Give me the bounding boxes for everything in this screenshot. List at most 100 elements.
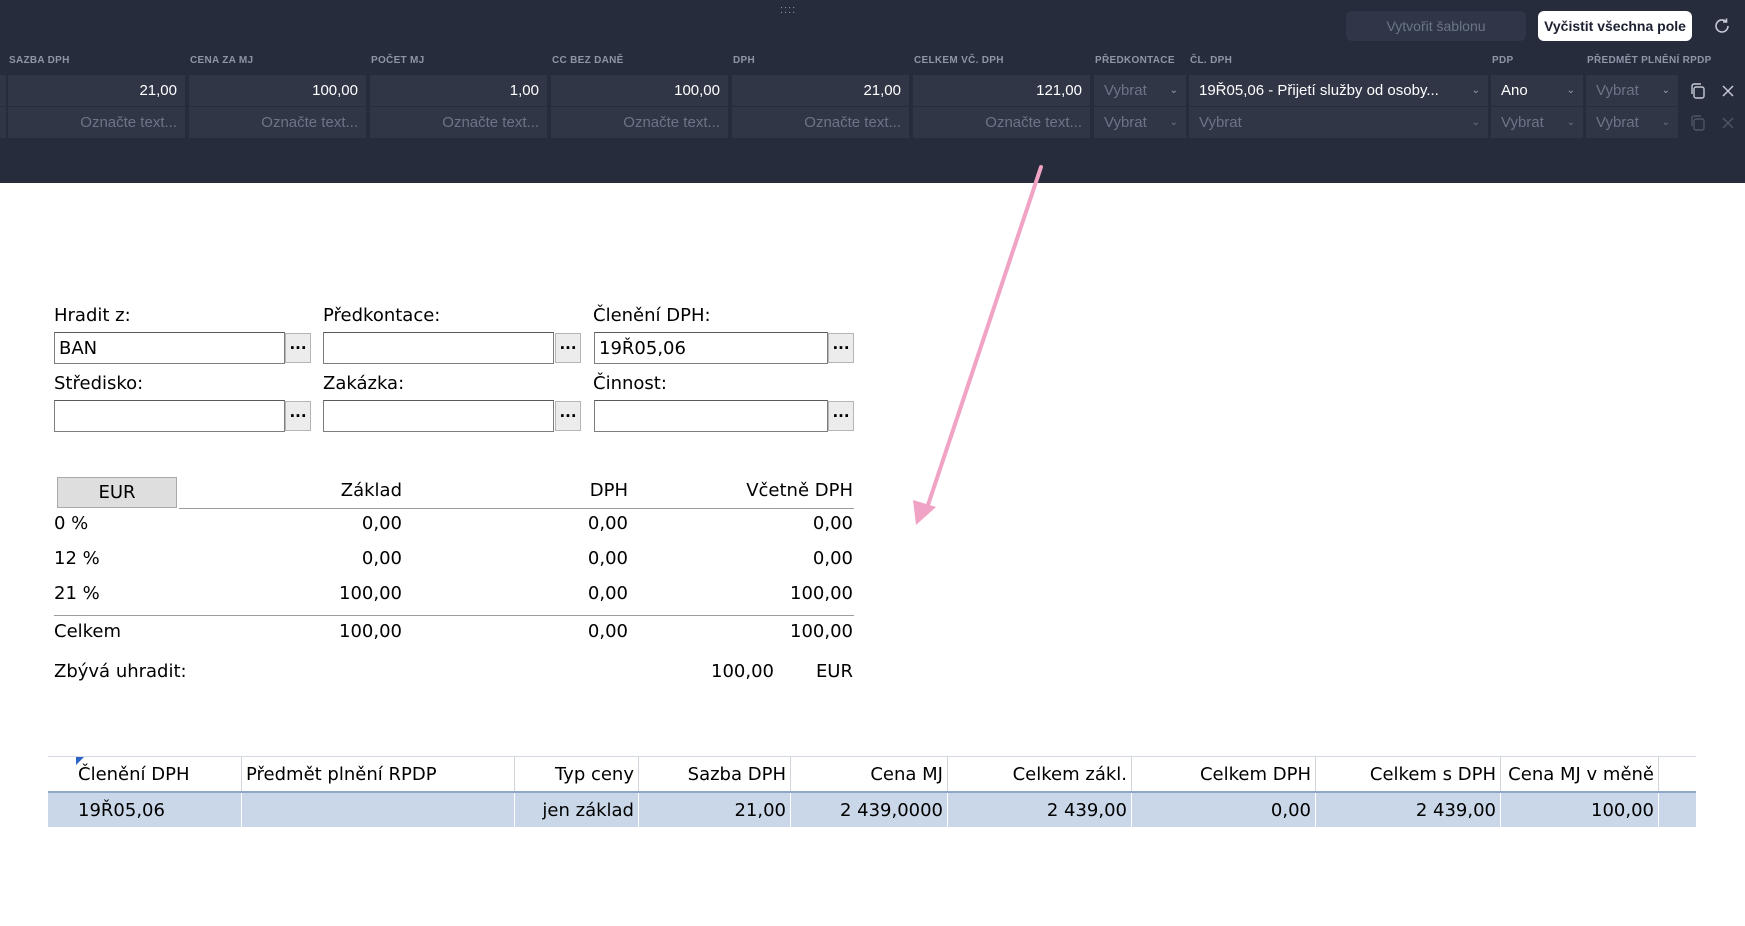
summary-vcetne: 0,00 bbox=[812, 548, 853, 569]
celkem-vc-dph-field[interactable]: Označte text... bbox=[913, 107, 1090, 138]
summary-rate: 0 % bbox=[54, 513, 89, 534]
summary-dph: 0,00 bbox=[587, 513, 628, 534]
summary-zaklad: 0,00 bbox=[361, 548, 402, 569]
grid-col-typ-ceny[interactable]: Typ ceny bbox=[515, 757, 639, 792]
pdp-select[interactable]: Vybrat ⌄ bbox=[1491, 107, 1583, 138]
stredisko-input[interactable] bbox=[54, 400, 285, 432]
cl-dph-select[interactable]: 19Ř05,06 - Přijetí služby od osoby... ⌄ bbox=[1189, 75, 1488, 106]
stredisko-picker-button[interactable]: ··· bbox=[285, 401, 311, 431]
create-template-button[interactable]: Vytvořit šablonu bbox=[1346, 11, 1526, 41]
pdp-select[interactable]: Ano ⌄ bbox=[1491, 75, 1583, 106]
grid-col-celkem-dph[interactable]: Celkem DPH bbox=[1132, 757, 1316, 792]
pdp-select-value: Ano bbox=[1501, 82, 1528, 99]
summary-rate: 21 % bbox=[54, 583, 100, 604]
hradit-label: Hradit z: bbox=[54, 305, 131, 326]
rpdp-select[interactable]: Vybrat ⌄ bbox=[1586, 75, 1678, 106]
pocet-mj-field[interactable]: Označte text... bbox=[370, 107, 547, 138]
currency-toggle-button[interactable]: EUR bbox=[57, 477, 177, 508]
header-dph: DPH bbox=[733, 55, 756, 66]
predkontace-picker-button[interactable]: ··· bbox=[555, 333, 581, 363]
cinnost-label: Činnost: bbox=[593, 373, 667, 394]
grid-col-cena-mj[interactable]: Cena MJ bbox=[791, 757, 948, 792]
predkontace-select[interactable]: Vybrat ⌄ bbox=[1094, 107, 1186, 138]
grid-cell-predmet[interactable] bbox=[242, 793, 515, 827]
rpdp-select-value: Vybrat bbox=[1596, 82, 1639, 99]
celkem-vc-dph-field[interactable]: 121,00 bbox=[913, 75, 1090, 106]
summary-rate: 12 % bbox=[54, 548, 100, 569]
summary-vcetne: 0,00 bbox=[812, 513, 853, 534]
grid-col-sazba[interactable]: Sazba DPH bbox=[639, 757, 791, 792]
grid-col-celkem-s-dph[interactable]: Celkem s DPH bbox=[1316, 757, 1501, 792]
cleneni-input[interactable]: 19Ř05,06 bbox=[594, 332, 828, 364]
field-placeholder: Označte text... bbox=[80, 114, 177, 131]
clear-all-fields-button[interactable]: Vyčistit všechna pole bbox=[1538, 11, 1692, 41]
hradit-input[interactable]: BAN bbox=[54, 332, 285, 364]
summary-zaklad: 100,00 bbox=[339, 583, 402, 604]
grid-col-cleneni[interactable]: Členění DPH bbox=[74, 757, 242, 792]
header-sazba-dph: SAZBA DPH bbox=[9, 55, 70, 66]
grid-cell-celkem-zakl[interactable]: 2 439,00 bbox=[948, 793, 1132, 827]
summary-zaklad: 0,00 bbox=[361, 513, 402, 534]
grid-cell-typ-ceny[interactable]: jen základ bbox=[515, 793, 639, 827]
drag-handle-icon[interactable]: :::: bbox=[780, 4, 796, 16]
close-icon[interactable] bbox=[1716, 75, 1740, 106]
table-row: 21,00 100,00 1,00 100,00 21,00 121,00 Vy… bbox=[0, 75, 1745, 106]
cc-bez-dane-field[interactable]: 100,00 bbox=[551, 75, 728, 106]
zakazka-picker-button[interactable]: ··· bbox=[555, 401, 581, 431]
cl-dph-select[interactable]: Vybrat ⌄ bbox=[1189, 107, 1488, 138]
table-row: Označte text... Označte text... Označte … bbox=[0, 107, 1745, 138]
zakazka-label: Zakázka: bbox=[323, 373, 405, 394]
predkontace-select[interactable]: Vybrat ⌄ bbox=[1094, 75, 1186, 106]
cleneni-picker-button[interactable]: ··· bbox=[828, 333, 854, 363]
cl-dph-select-value: 19Ř05,06 - Přijetí služby od osoby... bbox=[1199, 82, 1439, 99]
sazba-dph-field[interactable]: 21,00 bbox=[8, 75, 185, 106]
grid-col-celkem-zakl[interactable]: Celkem zákl. bbox=[948, 757, 1132, 792]
cinnost-picker-button[interactable]: ··· bbox=[828, 401, 854, 431]
grid-col-cena-mj-v-mene[interactable]: Cena MJ v měně bbox=[1501, 757, 1659, 792]
grid-cell-sazba[interactable]: 21,00 bbox=[639, 793, 791, 827]
pocet-mj-field[interactable]: 1,00 bbox=[370, 75, 547, 106]
sazba-dph-field[interactable]: Označte text... bbox=[8, 107, 185, 138]
close-icon[interactable] bbox=[1716, 107, 1740, 138]
grid-cell-celkem-dph[interactable]: 0,00 bbox=[1132, 793, 1316, 827]
summary-header-divider bbox=[179, 508, 854, 509]
table-row[interactable]: 19Ř05,06 jen základ 21,00 2 439,0000 2 4… bbox=[48, 791, 1696, 827]
cena-za-mj-field[interactable]: 100,00 bbox=[189, 75, 366, 106]
hradit-picker-button[interactable]: ··· bbox=[285, 333, 311, 363]
chevron-down-icon: ⌄ bbox=[1169, 117, 1178, 128]
header-predkontace: PŘEDKONTACE bbox=[1095, 55, 1175, 66]
summary-total-dph: 0,00 bbox=[587, 621, 628, 642]
row-edge bbox=[0, 75, 6, 106]
rpdp-select[interactable]: Vybrat ⌄ bbox=[1586, 107, 1678, 138]
cena-za-mj-field[interactable]: Označte text... bbox=[189, 107, 366, 138]
remaining-currency: EUR bbox=[815, 661, 853, 682]
predkontace-label: Předkontace: bbox=[323, 305, 441, 326]
row-edge bbox=[0, 107, 6, 138]
chevron-down-icon: ⌄ bbox=[1471, 117, 1480, 128]
grid-cell-cena-mj-v-mene[interactable]: 100,00 bbox=[1501, 793, 1659, 827]
refresh-icon[interactable] bbox=[1710, 12, 1734, 40]
grid-cell-cena-mj[interactable]: 2 439,0000 bbox=[791, 793, 948, 827]
pdp-select-value: Vybrat bbox=[1501, 114, 1544, 131]
cinnost-input[interactable] bbox=[594, 400, 828, 432]
field-placeholder: Označte text... bbox=[261, 114, 358, 131]
field-placeholder: Označte text... bbox=[985, 114, 1082, 131]
copy-icon[interactable] bbox=[1686, 75, 1710, 106]
summary-header-zaklad: Základ bbox=[340, 480, 402, 501]
summary-dph: 0,00 bbox=[587, 583, 628, 604]
grid-cell-celkem-s-dph[interactable]: 2 439,00 bbox=[1316, 793, 1501, 827]
zakazka-input[interactable] bbox=[323, 400, 554, 432]
predkontace-select-value: Vybrat bbox=[1104, 114, 1147, 131]
grid-cell-cleneni[interactable]: 19Ř05,06 bbox=[74, 793, 242, 827]
grid-col-predmet[interactable]: Předmět plnění RPDP bbox=[242, 757, 515, 792]
cc-bez-dane-field[interactable]: Označte text... bbox=[551, 107, 728, 138]
copy-icon[interactable] bbox=[1686, 107, 1710, 138]
summary-vcetne: 100,00 bbox=[790, 583, 853, 604]
dph-field[interactable]: 21,00 bbox=[732, 75, 909, 106]
predkontace-input[interactable] bbox=[323, 332, 554, 364]
header-cc-bez-dane: CC BEZ DANĚ bbox=[552, 55, 624, 66]
summary-total-zaklad: 100,00 bbox=[339, 621, 402, 642]
stredisko-label: Středisko: bbox=[54, 373, 144, 394]
summary-total-vcetne: 100,00 bbox=[790, 621, 853, 642]
dph-field[interactable]: Označte text... bbox=[732, 107, 909, 138]
